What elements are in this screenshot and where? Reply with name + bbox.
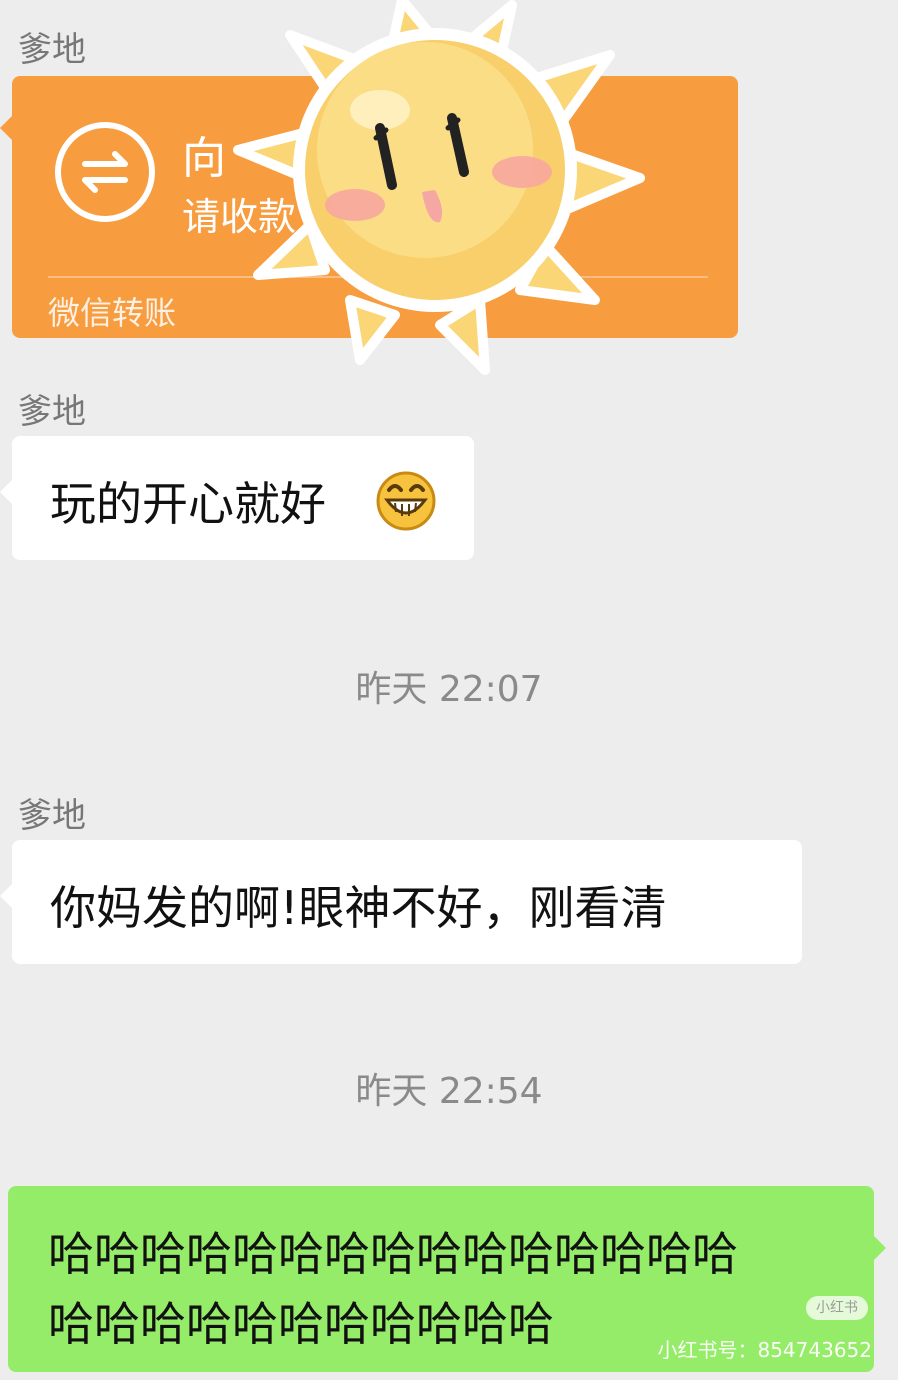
sun-face-sticker-icon [230, 0, 650, 384]
transfer-title: 向 [182, 133, 226, 184]
sender-name: 爹地 [18, 30, 86, 70]
message-text-line: 哈哈哈哈哈哈哈哈哈哈哈 [48, 1297, 554, 1351]
transfer-icon [55, 122, 155, 222]
message-text: 玩的开心就好 [50, 477, 326, 531]
message-bubble[interactable]: 你妈发的啊!眼神不好，刚看清 [0, 840, 802, 964]
xiaohongshu-logo: 小红书 [806, 1296, 868, 1320]
message-text-line: 哈哈哈哈哈哈哈哈哈哈哈哈哈哈哈 [48, 1227, 738, 1281]
grinning-face-icon [375, 470, 437, 536]
transfer-label: 微信转账 [48, 294, 177, 332]
timestamp: 昨天 22:07 [355, 669, 543, 710]
message-text: 你妈发的啊!眼神不好，刚看清 [50, 881, 667, 935]
sender-name: 爹地 [18, 392, 86, 432]
watermark-text: 小红书号：854743652 [657, 1338, 872, 1362]
timestamp: 昨天 22:54 [355, 1071, 543, 1112]
sender-name: 爹地 [18, 796, 86, 836]
